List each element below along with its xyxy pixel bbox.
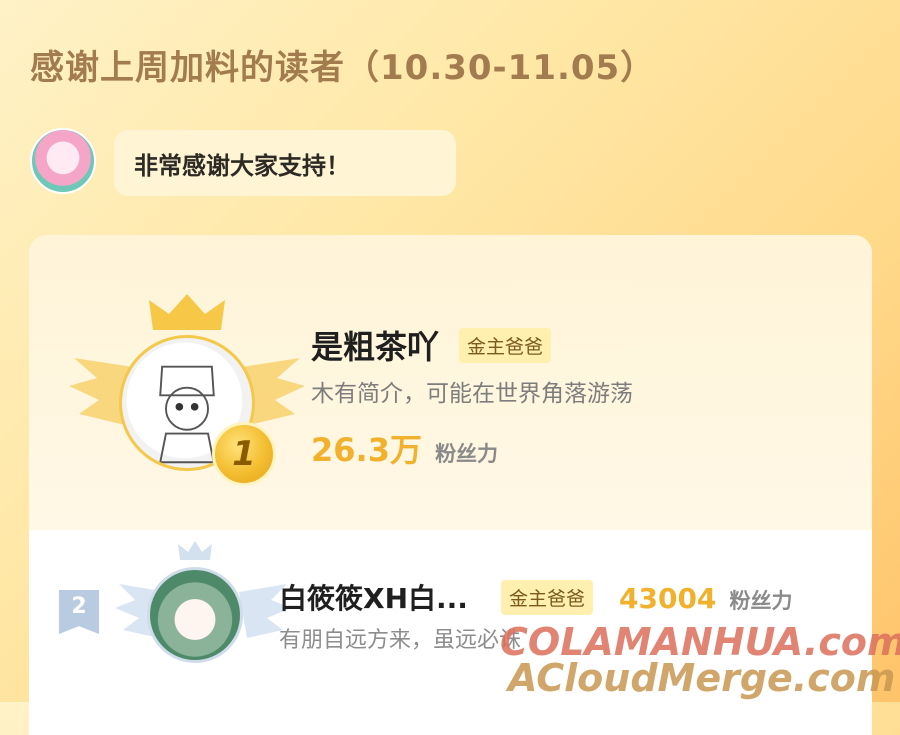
rank2-crown-icon [178,541,212,560]
watermark-line2: ACloudMerge.com [508,656,896,700]
rank1-badge: 金主爸爸 [459,328,552,363]
thanks-bubble: 非常感谢大家支持！ [114,130,456,196]
rank1-fans: 26.3万 粉丝力 [311,425,498,471]
rank1-row[interactable]: 1 是粗茶吖 金主爸爸 木有简介，可能在世界角落游荡 26.3万 粉丝力 [29,235,872,530]
author-avatar [30,128,96,194]
rank1-description: 木有简介，可能在世界角落游荡 [311,381,633,407]
thanks-text: 非常感谢大家支持！ [134,151,350,180]
rank1-fans-value: 26.3万 [311,431,422,469]
rank1-name[interactable]: 是粗茶吖 [311,322,439,368]
page-title: 感谢上周加料的读者（10.30-11.05） [30,48,656,88]
rank2-fans-label: 粉丝力 [729,589,793,613]
rank1-medal: 1 [212,422,276,486]
rank2-name[interactable]: 白筱筱XH白... [279,577,468,617]
rank2-badge: 金主爸爸 [501,580,594,615]
rank2-avatar[interactable] [147,567,243,663]
rank2-description: 有朋自远方来，虽远必诛 [279,628,522,653]
rank1-fans-label: 粉丝力 [435,442,499,466]
crown-icon [149,294,225,330]
rank2-fans: 43004 粉丝力 [619,582,793,615]
rank1-avatar-frame: 1 [69,290,305,490]
rank2-fans-value: 43004 [619,582,717,615]
rank2-flag: 2 [59,590,99,634]
